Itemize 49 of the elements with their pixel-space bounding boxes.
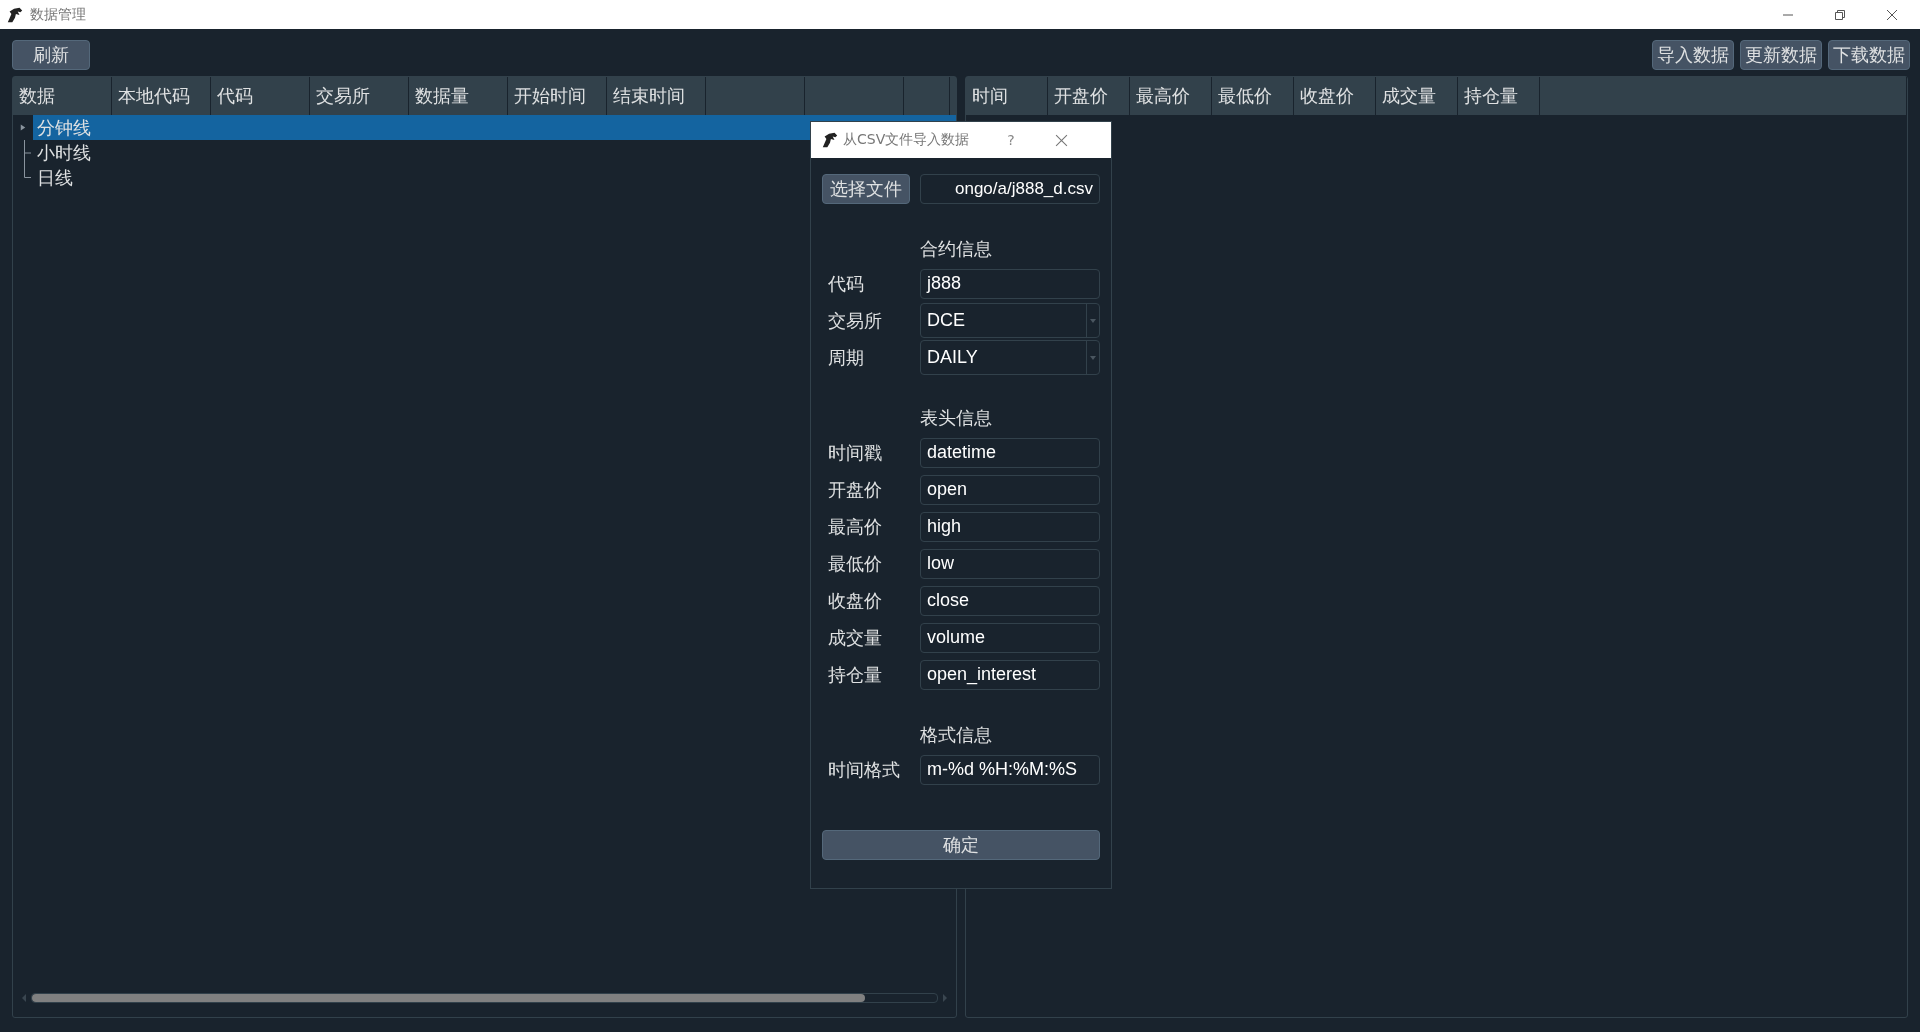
- field-label: 交易所: [827, 308, 883, 333]
- dropdown-arrow-icon: [1090, 355, 1096, 360]
- input-field[interactable]: open: [920, 474, 1100, 505]
- input-field[interactable]: open_interest: [920, 659, 1100, 690]
- close-icon[interactable]: [1886, 8, 1898, 21]
- column-header[interactable]: 成交量: [1376, 77, 1458, 115]
- restore-icon[interactable]: [1834, 8, 1846, 21]
- field-label: 开盘价: [827, 477, 883, 502]
- toolbar-button[interactable]: 导入数据: [1652, 40, 1734, 70]
- section-title: 合约信息: [920, 237, 993, 261]
- dropdown[interactable]: DCE: [920, 303, 1100, 338]
- field-label: 成交量: [827, 625, 883, 650]
- input-field[interactable]: high: [920, 511, 1100, 542]
- column-header[interactable]: 开盘价: [1048, 77, 1130, 115]
- column-header[interactable]: 时间: [966, 77, 1048, 115]
- choose-file-button[interactable]: 选择文件: [822, 173, 910, 204]
- horse-head-icon: [821, 131, 839, 149]
- column-header[interactable]: 最高价: [1130, 77, 1212, 115]
- column-header[interactable]: 持仓量: [1458, 77, 1540, 115]
- toolbar-button[interactable]: 更新数据: [1740, 40, 1822, 70]
- help-button[interactable]: ?: [1007, 132, 1015, 148]
- close-icon[interactable]: [1054, 133, 1068, 147]
- toolbar-button[interactable]: 下载数据: [1828, 40, 1910, 70]
- dropdown-arrow-icon: [1090, 318, 1096, 323]
- file-path-field[interactable]: ongo/a/j888_d.csv: [920, 173, 1100, 204]
- input-field[interactable]: datetime: [920, 437, 1100, 468]
- field-label: 时间格式: [827, 757, 901, 782]
- section-title: 格式信息: [920, 723, 993, 747]
- input-field[interactable]: low: [920, 548, 1100, 579]
- field-label: 最低价: [827, 551, 883, 576]
- column-header[interactable]: 最低价: [1212, 77, 1294, 115]
- refresh-button[interactable]: 刷新: [12, 40, 90, 70]
- dropdown[interactable]: DAILY: [920, 340, 1100, 375]
- field-label: 时间戳: [827, 440, 883, 465]
- input-field[interactable]: volume: [920, 622, 1100, 653]
- field-label: 收盘价: [827, 588, 883, 613]
- horse-head-icon: [6, 5, 24, 24]
- field-label: 最高价: [827, 514, 883, 539]
- section-title: 表头信息: [920, 406, 993, 430]
- window-title: 数据管理: [30, 5, 86, 24]
- column-header[interactable]: 收盘价: [1294, 77, 1376, 115]
- field-label: 周期: [827, 345, 865, 370]
- input-field[interactable]: j888: [920, 268, 1100, 299]
- confirm-button[interactable]: 确定: [822, 830, 1100, 860]
- input-field[interactable]: close: [920, 585, 1100, 616]
- expand-arrow-icon[interactable]: [20, 123, 26, 132]
- field-label: 持仓量: [827, 662, 883, 687]
- field-label: 代码: [827, 271, 865, 296]
- input-field[interactable]: m-%d %H:%M:%S: [920, 754, 1100, 785]
